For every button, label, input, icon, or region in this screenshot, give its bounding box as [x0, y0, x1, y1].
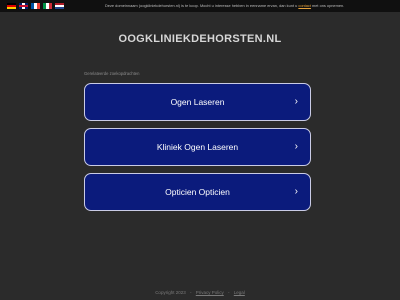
flag-dutch-icon[interactable]	[55, 3, 64, 9]
flag-english-icon[interactable]	[19, 3, 28, 9]
domain-sale-notice: Deze domeinnaam (oogkliniekdehorsten.nl)…	[105, 0, 395, 12]
notice-tail: met ons opnemen.	[312, 3, 345, 8]
copyright-text: Copyright 2023	[155, 290, 186, 295]
footer-separator: -	[228, 290, 230, 295]
related-link-label: Kliniek Ogen Laseren	[156, 142, 239, 152]
top-notice-bar: Deze domeinnaam (oogkliniekdehorsten.nl)…	[0, 0, 400, 12]
flag-german-icon[interactable]	[7, 3, 16, 9]
flag-french-icon[interactable]	[31, 3, 40, 9]
privacy-policy-link[interactable]: Privacy Policy	[196, 290, 224, 295]
flag-italian-icon[interactable]	[43, 3, 52, 9]
contact-link[interactable]: contact	[298, 3, 311, 8]
related-searches-label: Gerelateerde zoekopdrachten	[84, 71, 140, 76]
related-link-opticien-opticien[interactable]: Opticien Opticien ›	[84, 173, 311, 211]
related-link-label: Ogen Laseren	[170, 97, 225, 107]
domain-title: OOGKLINIEKDEHORSTEN.NL	[118, 33, 282, 45]
chevron-right-icon: ›	[294, 186, 298, 197]
language-flags	[7, 3, 64, 9]
related-link-ogen-laseren[interactable]: Ogen Laseren ›	[84, 83, 311, 121]
footer-separator: -	[189, 290, 192, 295]
legal-link[interactable]: Legal	[234, 290, 245, 295]
chevron-right-icon: ›	[294, 96, 298, 107]
chevron-right-icon: ›	[294, 141, 298, 152]
notice-text: Deze domeinnaam (oogkliniekdehorsten.nl)…	[105, 3, 298, 8]
related-link-label: Opticien Opticien	[165, 187, 230, 197]
related-link-kliniek-ogen-laseren[interactable]: Kliniek Ogen Laseren ›	[84, 128, 311, 166]
footer: Copyright 2023 - Privacy Policy - Legal	[0, 290, 400, 295]
